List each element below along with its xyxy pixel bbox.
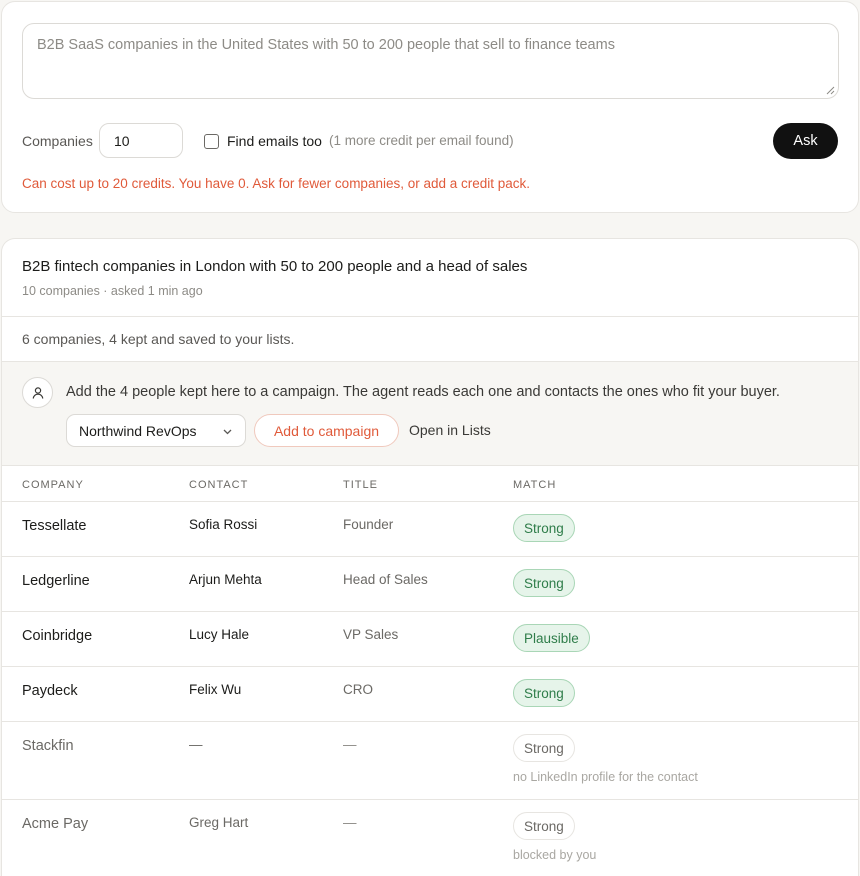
query-controls: Companies Find emails too (1 more credit… <box>22 123 838 159</box>
company-name: Ledgerline <box>22 573 90 589</box>
company-name: Coinbridge <box>22 628 93 644</box>
company-name: Paydeck <box>22 683 78 699</box>
column-header-match: MATCH <box>513 479 557 491</box>
row-note: no LinkedIn profile for the contact <box>513 770 698 784</box>
table-row[interactable]: Coinbridge Lucy Hale VP Sales Plausible <box>2 612 858 667</box>
person-icon <box>22 377 53 408</box>
contact-name: Greg Hart <box>189 815 249 830</box>
company-name: Stackfin <box>22 738 74 754</box>
chevron-down-icon <box>223 429 232 435</box>
table-row[interactable]: Acme Pay Greg Hart — Strong blocked by y… <box>2 800 858 876</box>
open-in-lists-link[interactable]: Open in Lists <box>409 422 491 438</box>
find-emails-label[interactable]: Find emails too <box>227 133 322 149</box>
match-badge: Strong <box>513 569 575 597</box>
match-badge: Plausible <box>513 624 590 652</box>
contact-title: CRO <box>343 682 373 697</box>
contact-title: — <box>343 737 357 752</box>
cost-warning: Can cost up to 20 credits. You have 0. A… <box>22 176 531 191</box>
match-badge: Strong <box>513 812 575 840</box>
company-name: Tessellate <box>22 518 87 534</box>
column-header-title: TITLE <box>343 479 378 491</box>
result-meta: 10 companies · asked 1 min ago <box>22 284 203 298</box>
query-placeholder: B2B SaaS companies in the United States … <box>37 37 615 53</box>
table-row[interactable]: Tessellate Sofia Rossi Founder Strong <box>2 502 858 557</box>
result-summary: 6 companies, 4 kept and saved to your li… <box>22 331 295 347</box>
ask-button[interactable]: Ask <box>773 123 838 159</box>
row-note: blocked by you <box>513 848 597 862</box>
campaign-panel: Add the 4 people kept here to a campaign… <box>2 361 858 465</box>
table-header: COMPANY CONTACT TITLE MATCH <box>2 465 858 502</box>
column-header-company: COMPANY <box>22 479 84 491</box>
companies-label: Companies <box>22 133 93 149</box>
resize-grip-icon[interactable] <box>826 86 835 95</box>
contact-title: VP Sales <box>343 627 399 642</box>
match-badge: Strong <box>513 734 575 762</box>
contact-name: Sofia Rossi <box>189 517 258 532</box>
results-table: COMPANY CONTACT TITLE MATCH Tessellate S… <box>2 465 858 876</box>
contact-title: Founder <box>343 517 394 532</box>
query-textarea[interactable]: B2B SaaS companies in the United States … <box>22 23 839 99</box>
find-emails-note: (1 more credit per email found) <box>329 133 514 148</box>
query-card: B2B SaaS companies in the United States … <box>1 1 859 213</box>
table-row[interactable]: Ledgerline Arjun Mehta Head of Sales Str… <box>2 557 858 612</box>
company-name: Acme Pay <box>22 816 89 832</box>
column-header-contact: CONTACT <box>189 479 249 491</box>
match-badge: Strong <box>513 514 575 542</box>
contact-name: Arjun Mehta <box>189 572 262 587</box>
contact-name: — <box>189 737 203 752</box>
result-title: B2B fintech companies in London with 50 … <box>22 258 528 275</box>
divider <box>2 361 858 362</box>
contact-name: Lucy Hale <box>189 627 250 642</box>
add-to-campaign-button[interactable]: Add to campaign <box>254 414 399 447</box>
companies-count-input[interactable] <box>99 123 183 158</box>
find-emails-checkbox[interactable] <box>204 134 219 149</box>
campaign-text: Add the 4 people kept here to a campaign… <box>66 384 780 400</box>
contact-title: Head of Sales <box>343 572 428 587</box>
table-row[interactable]: Stackfin — — Strong no LinkedIn profile … <box>2 722 858 800</box>
divider <box>2 316 858 317</box>
match-badge: Strong <box>513 679 575 707</box>
result-card: B2B fintech companies in London with 50 … <box>1 238 859 876</box>
campaign-select[interactable]: Northwind RevOps <box>66 414 246 447</box>
contact-name: Felix Wu <box>189 682 242 697</box>
campaign-select-value: Northwind RevOps <box>79 422 197 439</box>
contact-title: — <box>343 815 357 830</box>
table-row[interactable]: Paydeck Felix Wu CRO Strong <box>2 667 858 722</box>
